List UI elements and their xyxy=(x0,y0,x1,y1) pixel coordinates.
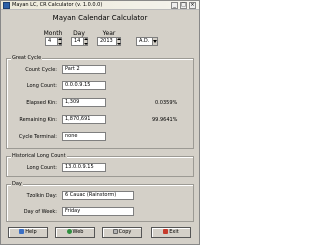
elapsed-kin-label: Elapsed Kin: xyxy=(26,100,57,106)
stepper-arrows-icon[interactable] xyxy=(57,38,62,45)
year-label: Year xyxy=(102,30,116,37)
cycle-terminal-label: Cycle Terminal: xyxy=(18,134,57,140)
tzolkin-day-label: Tzolkin Day: xyxy=(26,193,57,199)
stepper-arrows-icon[interactable] xyxy=(83,38,88,45)
cycle-terminal-field[interactable]: none xyxy=(62,132,106,141)
exit-icon xyxy=(163,229,169,234)
month-label: Month xyxy=(43,30,63,37)
copy-label: Copy xyxy=(118,229,132,235)
historical-title: Historical Long Count xyxy=(11,153,67,159)
title-bar[interactable]: Mayan LC, CR Calculator (v. 1.0.0.0) _ □… xyxy=(1,1,199,10)
day-stepper[interactable]: 14 xyxy=(71,37,88,46)
elapsed-kin-field[interactable]: 1,309 xyxy=(62,98,106,107)
page-title: Mayan Calendar Calculator xyxy=(52,14,148,22)
help-label: Help xyxy=(25,229,37,235)
year-stepper[interactable]: 2013 xyxy=(97,37,121,46)
window-title: Mayan LC, CR Calculator (v. 1.0.0.0) xyxy=(12,2,103,8)
historical-long-count-group: Historical Long Count Long Count: 13.0.0… xyxy=(6,153,194,177)
era-value: A.D. xyxy=(139,38,150,44)
help-icon xyxy=(19,229,25,234)
maximize-button[interactable]: □ xyxy=(180,2,187,9)
tzolkin-day-field[interactable]: 6 Cauac (Rainstorm) xyxy=(62,191,134,200)
historical-long-count-label: Long Count: xyxy=(26,165,57,171)
count-cycle-field[interactable]: Part 2 xyxy=(62,65,106,74)
minimize-button[interactable]: _ xyxy=(171,2,178,9)
app-window: Mayan LC, CR Calculator (v. 1.0.0.0) _ □… xyxy=(0,0,200,245)
historical-long-count-field[interactable]: 13.0.0.9.15 xyxy=(62,163,106,172)
day-of-week-label: Day of Week: xyxy=(23,209,57,215)
help-button[interactable]: Help xyxy=(8,227,48,238)
great-cycle-title: Great Cycle xyxy=(11,55,43,61)
exit-button[interactable]: Exit xyxy=(151,227,191,238)
month-value: 4 xyxy=(48,38,52,44)
day-value: 14 xyxy=(74,38,81,44)
close-button[interactable]: × xyxy=(189,2,196,9)
day-group: Day Tzolkin Day: 6 Cauac (Rainstorm) Day… xyxy=(6,181,194,222)
web-button[interactable]: Web xyxy=(55,227,95,238)
month-stepper[interactable]: 4 xyxy=(45,37,62,46)
copy-button[interactable]: Copy xyxy=(102,227,142,238)
great-cycle-group: Great Cycle Count Cycle: Part 2 Long Cou… xyxy=(6,55,194,149)
long-count-label: Long Count: xyxy=(26,83,57,89)
year-value: 2013 xyxy=(100,38,113,44)
remaining-kin-label: Remaining Kin: xyxy=(19,117,57,123)
chevron-down-icon[interactable] xyxy=(152,38,157,45)
stepper-arrows-icon[interactable] xyxy=(116,38,121,45)
remaining-percent: 99.9641% xyxy=(152,117,178,123)
day-label: Day xyxy=(73,30,85,37)
elapsed-percent: 0.0359% xyxy=(155,100,178,106)
remaining-kin-field[interactable]: 1,870,691 xyxy=(62,115,106,124)
web-icon xyxy=(66,229,72,234)
era-select[interactable]: A.D. xyxy=(136,37,158,46)
long-count-field[interactable]: 0.0.0.9.15 xyxy=(62,81,106,90)
web-label: Web xyxy=(72,229,84,235)
copy-icon xyxy=(112,229,118,234)
calendar-app-icon xyxy=(3,2,10,9)
exit-label: Exit xyxy=(169,229,179,235)
count-cycle-label: Count Cycle: xyxy=(25,67,57,73)
day-of-week-field[interactable]: Friday xyxy=(62,207,134,216)
day-title: Day xyxy=(11,181,23,187)
